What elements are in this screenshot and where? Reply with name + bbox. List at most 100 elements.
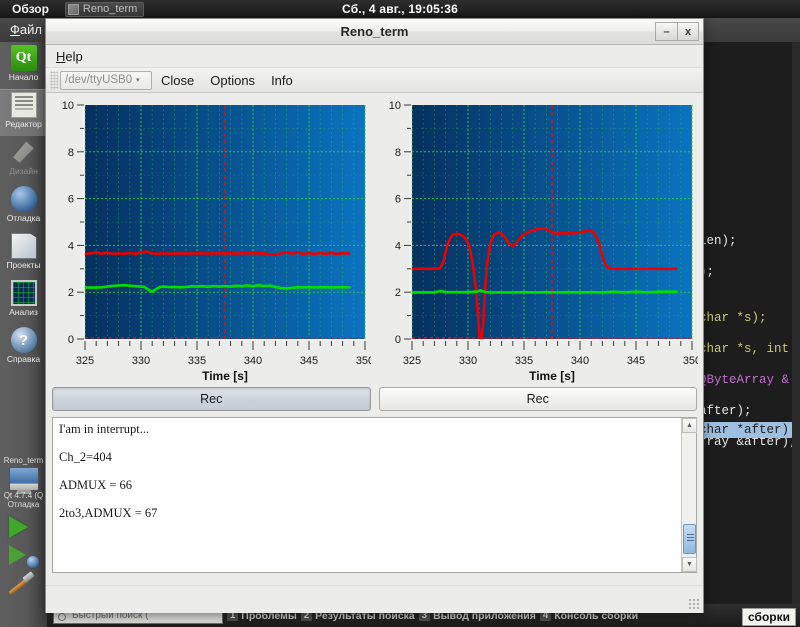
sidebar-item-design[interactable]: Дизайн — [0, 136, 47, 183]
sidebar-item-label: Редактор — [5, 119, 42, 129]
y-tick-label: 0 — [395, 334, 401, 346]
serial-port-combobox[interactable]: /dev/ttyUSB0 ▾ — [60, 70, 152, 90]
help-question-icon: ? — [10, 327, 37, 353]
y-tick-label: 10 — [389, 100, 401, 112]
info-button[interactable]: Info — [264, 71, 300, 90]
kit-buildconfig-label: Отладка — [7, 500, 40, 509]
reno-term-window: Reno_term – x Help /dev/ttyUSB0 ▾ Close … — [45, 18, 704, 613]
sidebar-item-label: Дизайн — [9, 166, 38, 176]
scroll-up-icon[interactable]: ▲ — [682, 418, 697, 433]
code-line: char *s); — [699, 311, 767, 325]
y-tick-label: 0 — [68, 334, 74, 346]
x-tick-label: 335 — [188, 355, 206, 367]
rec-buttons-row: Rec Rec — [46, 385, 703, 411]
sidebar-item-projects[interactable]: Проекты — [0, 230, 47, 277]
serial-port-value: /dev/ttyUSB0 — [65, 74, 133, 86]
x-axis-title: Time [s] — [529, 369, 575, 383]
y-tick-label: 2 — [395, 287, 401, 299]
bug-badge-icon — [26, 556, 39, 568]
rec-button-left[interactable]: Rec — [52, 387, 371, 411]
rec-button-right[interactable]: Rec — [378, 387, 697, 411]
hammer-icon — [8, 571, 35, 596]
plot-channel-1[interactable]: 0 2 4 6 8 10 325 330 335 340 345 350 Time [s] — [52, 97, 371, 385]
bug-icon — [10, 186, 37, 212]
x-tick-label: 340 — [571, 355, 589, 367]
run-button[interactable] — [8, 516, 39, 538]
code-line: QByteArray & — [699, 373, 790, 387]
sidebar-item-label: Справка — [6, 354, 41, 364]
resize-grip-handle[interactable] — [688, 598, 700, 610]
close-port-button[interactable]: Close — [154, 71, 201, 90]
console-line: 2to3,ADMUX = 67 — [59, 506, 158, 520]
x-tick-label: 350 — [683, 355, 698, 367]
y-tick-label: 6 — [68, 194, 74, 206]
design-brush-icon — [13, 141, 34, 163]
qtcreator-mode-sidebar: Qt Начало Редактор Дизайн Отладка Проект… — [0, 42, 47, 627]
debug-button[interactable] — [8, 545, 39, 568]
y-tick-label: 6 — [395, 194, 401, 206]
toolbar-grip-handle[interactable] — [50, 71, 58, 89]
y-tick-label: 2 — [68, 287, 74, 299]
console-scrollbar[interactable]: ▲ ▼ — [681, 418, 697, 572]
sidebar-item-welcome[interactable]: Qt Начало — [0, 42, 47, 89]
sidebar-item-label: Анализ — [9, 307, 38, 317]
analyze-grid-icon — [10, 280, 37, 306]
plot-right-wrapper: 0 2 4 6 8 10 325 330 335 340 345 350 Time [s] — [379, 97, 698, 385]
qt-logo-glyph: Qt — [15, 50, 32, 65]
console-output[interactable]: I'am in interrupt... Ch_2=404 ADMUX = 66… — [52, 417, 697, 573]
sidebar-item-analyze[interactable]: Анализ — [0, 277, 47, 324]
sidebar-item-debug[interactable]: Отладка — [0, 183, 47, 230]
plot-channel-2[interactable]: 0 2 4 6 8 10 325 330 335 340 345 350 Time [s] — [379, 97, 698, 385]
x-tick-label: 335 — [515, 355, 533, 367]
code-line: after); — [699, 404, 752, 418]
plot-canvas: 0 2 4 6 8 10 325 330 335 340 345 350 Time [s] — [62, 100, 371, 383]
window-title: Reno_term — [340, 24, 409, 39]
x-tick-label: 325 — [76, 355, 94, 367]
dialog-body: 0 2 4 6 8 10 325 330 335 340 345 350 Time [s] 0 2 4 6 8 1… — [46, 93, 703, 613]
sidebar-item-help[interactable]: ? Справка — [0, 324, 47, 371]
console-line: I'am in interrupt... — [59, 422, 150, 436]
sidebar-item-label: Проекты — [6, 260, 41, 270]
scrollbar-thumb[interactable] — [683, 524, 696, 554]
window-controls: – x — [655, 22, 699, 41]
qt-logo-icon: Qt — [10, 45, 37, 71]
document-edit-icon — [10, 92, 37, 118]
desktop-top-panel: Обзор Reno_term Сб., 4 авг., 19:05:36 — [0, 0, 800, 18]
console-line: Ch_2=404 — [59, 450, 112, 464]
code-line: len); — [699, 233, 737, 248]
close-button[interactable]: x — [677, 22, 699, 41]
menu-help[interactable]: Help — [56, 49, 83, 64]
build-button[interactable] — [8, 571, 39, 596]
options-button[interactable]: Options — [203, 71, 262, 90]
sidebar-item-label: Отладка — [6, 213, 41, 223]
panel-clock: Сб., 4 авг., 19:05:36 — [341, 2, 458, 16]
dialog-footer — [46, 585, 703, 613]
y-tick-label: 8 — [68, 147, 74, 159]
dialog-titlebar[interactable]: Reno_term – x — [46, 19, 703, 45]
play-with-bug-icon — [8, 545, 26, 565]
menu-file[interactable]: ФФайлайл — [10, 22, 42, 37]
folder-projects-icon — [10, 233, 37, 259]
minimize-button[interactable]: – — [655, 22, 677, 41]
play-triangle-icon — [8, 516, 28, 538]
kit-selector-area[interactable]: Reno_term Qt 4.7.4 (Q Отладка — [0, 452, 47, 627]
y-tick-label: 4 — [395, 240, 401, 252]
console-line: ADMUX = 66 — [59, 478, 133, 492]
editor-scrollbar[interactable] — [792, 42, 800, 604]
sidebar-item-label: Начало — [8, 72, 39, 82]
plot-canvas: 0 2 4 6 8 10 325 330 335 340 345 350 Time [s] — [389, 100, 698, 383]
statusbar-tooltip: сборки — [742, 608, 796, 626]
code-line: char *s, int — [699, 342, 790, 356]
project-name-label: Reno_term — [3, 456, 44, 465]
kit-version-label: Qt 4.7.4 (Q — [3, 491, 44, 500]
y-tick-label: 10 — [62, 100, 74, 112]
x-tick-label: 330 — [459, 355, 477, 367]
x-tick-label: 345 — [627, 355, 645, 367]
x-tick-label: 340 — [244, 355, 262, 367]
help-glyph: ? — [18, 331, 29, 349]
x-tick-label: 330 — [132, 355, 150, 367]
x-tick-label: 325 — [403, 355, 421, 367]
sidebar-item-editor[interactable]: Редактор — [0, 89, 47, 136]
scroll-down-icon[interactable]: ▼ — [682, 557, 697, 572]
y-tick-label: 8 — [395, 147, 401, 159]
